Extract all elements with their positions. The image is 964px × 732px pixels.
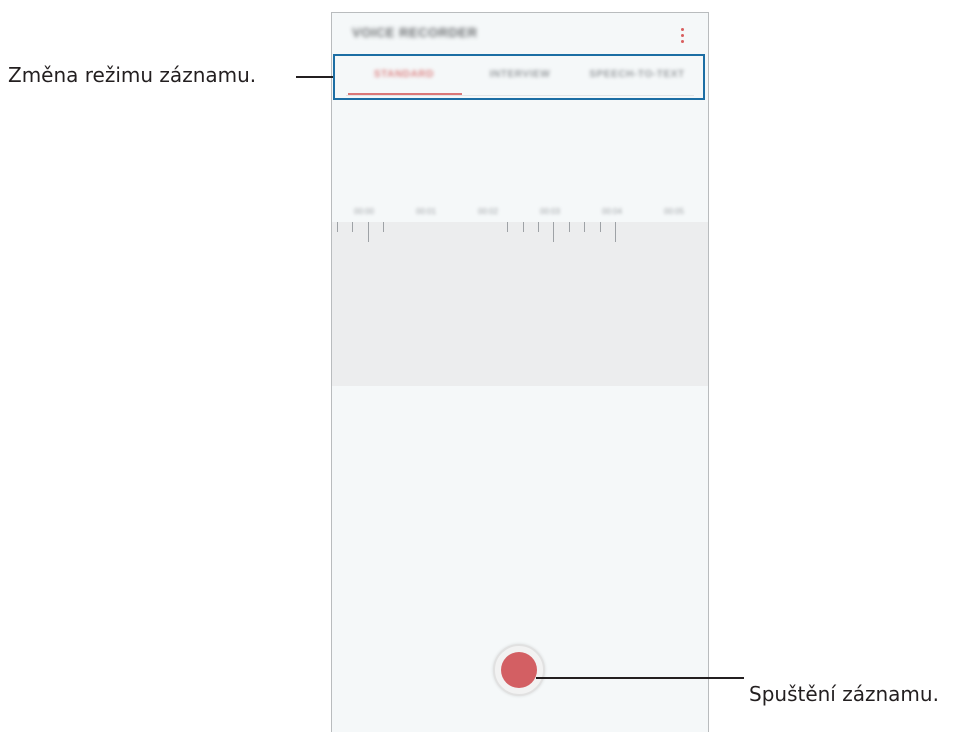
callout-start-recording: Spuštění záznamu.	[749, 682, 939, 706]
record-button[interactable]	[493, 644, 545, 696]
time-tick	[523, 222, 524, 232]
time-tick	[569, 222, 570, 232]
time-ruler: 00:00 00:01 00:02 00:03 00:04 00:05	[332, 203, 708, 223]
time-tick	[507, 222, 508, 232]
callout-mode-change: Změna režimu záznamu.	[8, 63, 257, 87]
time-tick	[600, 222, 601, 232]
mode-tabs-highlight	[333, 54, 705, 100]
callout-line-start	[536, 677, 744, 679]
more-options-icon[interactable]	[678, 27, 688, 45]
time-tick	[368, 222, 369, 242]
time-label: 00:02	[478, 207, 499, 216]
callout-line-mode	[296, 76, 333, 78]
time-label: 00:01	[416, 207, 437, 216]
time-label: 00:00	[354, 207, 375, 216]
app-header: VOICE RECORDER	[332, 13, 708, 57]
waveform-area	[332, 222, 708, 386]
time-tick	[383, 222, 384, 232]
time-label: 00:04	[602, 207, 623, 216]
time-tick	[352, 222, 353, 232]
time-tick	[538, 222, 539, 232]
time-tick	[337, 222, 338, 232]
time-label: 00:05	[664, 207, 685, 216]
time-tick	[615, 222, 616, 242]
voice-recorder-screen: VOICE RECORDER STANDARD INTERVIEW SPEECH…	[331, 12, 709, 732]
time-tick	[584, 222, 585, 232]
time-tick	[553, 222, 554, 242]
record-icon	[501, 652, 537, 688]
app-title: VOICE RECORDER	[352, 25, 478, 40]
time-label: 00:03	[540, 207, 561, 216]
